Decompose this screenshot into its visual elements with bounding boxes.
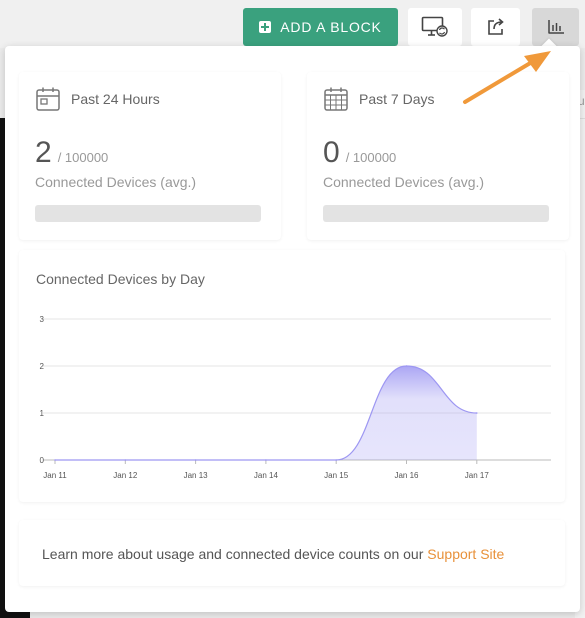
- support-site-link[interactable]: Support Site: [427, 546, 504, 562]
- x-tick-label: Jan 15: [324, 471, 349, 480]
- add-block-label: ADD A BLOCK: [280, 19, 382, 35]
- footer-text: Learn more about usage and connected dev…: [42, 546, 504, 562]
- x-tick-label: Jan 17: [465, 471, 490, 480]
- chart-card: Connected Devices by Day 0 1 2 3 Jan 11 Jan 1…: [19, 250, 565, 502]
- support-footer: Learn more about usage and connected dev…: [19, 520, 565, 586]
- usage-progress-bar: [323, 205, 549, 222]
- footer-message: Learn more about usage and connected dev…: [42, 546, 424, 562]
- calendar-grid-icon: [324, 87, 348, 111]
- data-point: [335, 459, 338, 461]
- data-point: [124, 459, 127, 461]
- data-point: [54, 459, 56, 461]
- devices-by-day-chart: 0 1 2 3 Jan 11 Jan 12 Jan 13 Jan 14 Jan 15 Jan 16…: [40, 315, 551, 480]
- y-tick-label: 2: [40, 362, 45, 371]
- stat-value: 0: [323, 136, 340, 169]
- stat-period: Past 24 Hours: [71, 91, 160, 107]
- add-block-button[interactable]: ADD A BLOCK: [243, 8, 398, 46]
- share-icon: [487, 18, 504, 35]
- usage-progress-bar: [35, 205, 261, 222]
- data-point: [405, 365, 408, 367]
- x-tick-label: Jan 12: [113, 471, 138, 480]
- x-tick-label: Jan 11: [43, 471, 67, 480]
- stat-card-7d: Past 7 Days 0 / 100000 Connected Devices…: [307, 72, 569, 240]
- x-tick-label: Jan 13: [184, 471, 209, 480]
- monitor-sync-icon: [421, 16, 448, 37]
- share-button[interactable]: [471, 8, 520, 46]
- device-sync-button[interactable]: [408, 8, 462, 46]
- stat-max: / 100000: [345, 150, 397, 165]
- bar-chart-icon: [547, 20, 564, 34]
- x-tick-label: Jan 16: [394, 471, 419, 480]
- stat-label: Connected Devices (avg.): [35, 174, 197, 190]
- y-tick-label: 3: [40, 315, 45, 324]
- calendar-icon: [36, 87, 60, 111]
- data-point: [265, 459, 267, 461]
- usage-popup: Past 24 Hours 2 / 100000 Connected Devic…: [5, 46, 580, 612]
- y-tick-label: 1: [40, 409, 45, 418]
- stat-max: / 100000: [57, 150, 109, 165]
- stat-period: Past 7 Days: [359, 91, 435, 107]
- x-tick-label: Jan 14: [254, 471, 279, 480]
- stat-value: 2: [35, 136, 52, 169]
- stat-label: Connected Devices (avg.): [323, 174, 485, 190]
- plus-icon: [259, 21, 272, 33]
- y-tick-label: 0: [40, 456, 45, 465]
- usage-stats-button[interactable]: [532, 8, 579, 46]
- stat-card-24h: Past 24 Hours 2 / 100000 Connected Devic…: [19, 72, 281, 240]
- data-point: [476, 412, 478, 414]
- data-point: [194, 459, 197, 461]
